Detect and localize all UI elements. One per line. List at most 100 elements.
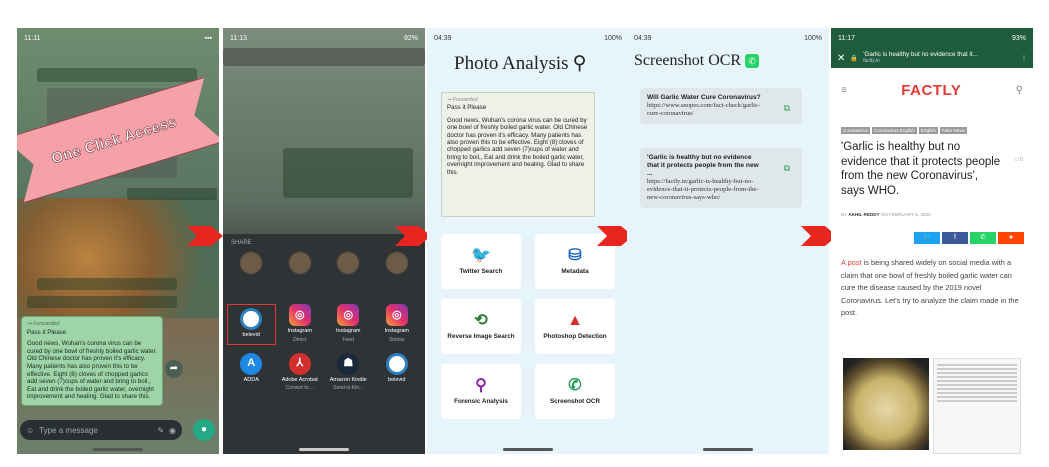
contact-avatar[interactable]	[227, 252, 276, 274]
status-battery: 93%	[1011, 34, 1026, 42]
tag[interactable]: Coronavirus English	[871, 127, 917, 134]
arrow-right-icon	[395, 226, 431, 246]
tool-twitter-search[interactable]: 🐦 Twitter Search	[441, 234, 521, 289]
nav-handle	[427, 444, 629, 454]
instagram-icon: ◎	[337, 304, 360, 326]
custom-tab-toolbar: ✕ 🔒 'Garlic is healthy but no evidence t…	[831, 48, 1033, 68]
blurred-header	[223, 48, 425, 66]
contact-avatar[interactable]	[276, 252, 325, 274]
acrobat-icon: ⅄	[288, 352, 311, 375]
emoji-icon[interactable]: ☺	[26, 426, 34, 435]
factly-article-screen: 11:17 93% ✕ 🔒 'Garlic is healthy but no …	[831, 28, 1033, 454]
result-url[interactable]: https://www.snopes.com/fact-check/garlic…	[647, 102, 765, 118]
tag[interactable]: English	[918, 127, 938, 134]
ocr-result-card[interactable]: Will Garlic Water Cure Coronavirus? http…	[640, 88, 802, 124]
garlic-photo	[843, 358, 929, 450]
forward-share-button[interactable]: ➦	[165, 360, 183, 378]
open-link-icon[interactable]: ⧉	[784, 104, 790, 113]
search-icon[interactable]: ⚲	[1016, 85, 1023, 96]
tag[interactable]: Coronavirus	[841, 127, 870, 134]
status-time: 04:39	[634, 34, 652, 42]
status-time: 11:11	[24, 34, 41, 42]
app-instagram-direct[interactable]: ◎ Instagram Direct	[276, 304, 325, 345]
article-image	[843, 358, 1021, 454]
forensic-icon: ⚲	[475, 376, 487, 394]
eye-icon: ◉	[240, 308, 263, 330]
page-title: Photo Analysis ⚲	[454, 52, 587, 75]
comment-count[interactable]: ▭0	[1014, 156, 1023, 163]
search-icon[interactable]: ⚲	[573, 52, 587, 75]
status-bar: 04:39 100%	[427, 28, 629, 48]
recent-contacts	[223, 252, 425, 274]
status-bar: 11:17 93%	[831, 28, 1033, 48]
open-link-icon[interactable]: ⧉	[784, 164, 790, 173]
forwarded-label: ↪ Forwarded	[447, 97, 478, 103]
status-time: 11:17	[838, 34, 855, 42]
share-apps: ◉ belevid ◎ Instagram Direct ◎ Instagram F…	[223, 304, 425, 392]
share-sheet: SHARE ◉ belevid ◎ Instagram Direct ◎ Ins…	[223, 234, 425, 454]
database-icon: ⛁	[568, 246, 582, 264]
result-title: Will Garlic Water Cure Coronavirus?	[647, 94, 761, 101]
post-link[interactable]: A post	[841, 258, 862, 267]
page-title: Screenshot OCR ✆	[627, 48, 829, 70]
article-headline: 'Garlic is healthy but no evidence that …	[841, 141, 1001, 197]
arrow-right-icon	[187, 226, 223, 246]
app-belevid[interactable]: ◉ belevid	[227, 304, 276, 345]
message-composer[interactable]: ☺ Type a message ✎ ◉	[20, 420, 182, 440]
tab-title: 'Garlic is healthy but no evidence that …	[863, 51, 978, 64]
forwarded-label: ↪ Forwarded	[27, 321, 60, 327]
app-instagram-stories[interactable]: ◎ Instagram Stories	[373, 304, 422, 345]
forwarded-message-bubble[interactable]: ↪ Forwarded Pass it Please Good news, Wu…	[21, 316, 163, 406]
app-adda[interactable]: A ADDA	[227, 352, 276, 392]
camera-icon[interactable]: ◉	[169, 426, 176, 435]
eye-icon: ◉	[385, 352, 408, 375]
whatsapp-icon: ✆	[745, 54, 760, 68]
adda-icon: A	[240, 352, 263, 375]
app-adobe-acrobat[interactable]: ⅄ Adobe Acrobat Convert to ...	[276, 352, 325, 392]
message-greeting: Pass it Please	[27, 328, 67, 336]
app-amazon-kindle[interactable]: ☗ Amazon Kindle Send to Kin...	[324, 352, 373, 392]
menu-icon[interactable]: ≡	[841, 85, 847, 96]
whatsapp-share-button[interactable]: ✆	[970, 232, 996, 244]
status-battery: 92%	[403, 34, 418, 42]
article-byline: BY AKHIL REDDY ON FEBRUARY 5, 2020	[841, 212, 931, 217]
attach-icon[interactable]: ✎	[157, 426, 164, 435]
contact-avatar[interactable]	[324, 252, 373, 274]
microphone-button[interactable]: ●	[193, 419, 215, 441]
tool-photoshop-detection[interactable]: ▲ Photoshop Detection	[535, 299, 615, 354]
social-post-screenshot	[933, 358, 1021, 454]
tag[interactable]: Fake News	[939, 127, 967, 134]
twitter-share-button[interactable]: 🐦	[914, 232, 940, 244]
nav-handle	[627, 444, 829, 454]
blurred-message	[37, 68, 197, 82]
message-text: Good news, Wuhan's corona virus can be c…	[447, 116, 588, 176]
analyzed-image-card: ↪ Forwarded Pass it Please Good news, Wu…	[441, 92, 595, 217]
whatsapp-icon: ✆	[568, 376, 582, 394]
factly-logo[interactable]: FACTLY	[901, 82, 961, 99]
more-icon[interactable]: ⋮	[1021, 55, 1027, 62]
tool-screenshot-ocr[interactable]: ✆ Screenshot OCR	[535, 364, 615, 419]
tool-forensic-analysis[interactable]: ⚲ Forensic Analysis	[441, 364, 521, 419]
status-battery: 100%	[604, 34, 622, 42]
ocr-result-card[interactable]: 'Garlic is healthy but no evidence that …	[640, 148, 802, 208]
article-tags: Coronavirus Coronavirus English English …	[831, 109, 1033, 134]
status-time: 04:39	[434, 34, 452, 42]
reddit-share-button[interactable]: ●	[998, 232, 1024, 244]
tool-reverse-image-search[interactable]: ⟲ Reverse Image Search	[441, 299, 521, 354]
close-icon[interactable]: ✕	[837, 53, 845, 64]
app-belevid[interactable]: ◉ belevid	[373, 352, 422, 392]
lock-icon: 🔒	[850, 55, 859, 62]
author-link[interactable]: AKHIL REDDY	[848, 212, 879, 217]
blurred-message	[37, 278, 177, 290]
nav-handle	[223, 444, 425, 454]
facebook-share-button[interactable]: f	[942, 232, 968, 244]
status-bar: 11:11 ▪▪▪	[17, 28, 219, 48]
result-url[interactable]: https://factly.in/garlic-is-healthy-but-…	[647, 178, 765, 202]
message-greeting: Pass it Please	[447, 104, 487, 112]
screenshot-ocr-screen: 04:39 100% Screenshot OCR ✆ Will Garlic …	[627, 28, 829, 454]
kindle-icon: ☗	[337, 352, 360, 375]
app-instagram-feed[interactable]: ◎ Instagram Feed	[324, 304, 373, 345]
status-bar: 11:13 92%	[223, 28, 425, 48]
result-title: 'Garlic is healthy but no evidence that …	[647, 154, 759, 177]
contact-avatar[interactable]	[373, 252, 422, 274]
